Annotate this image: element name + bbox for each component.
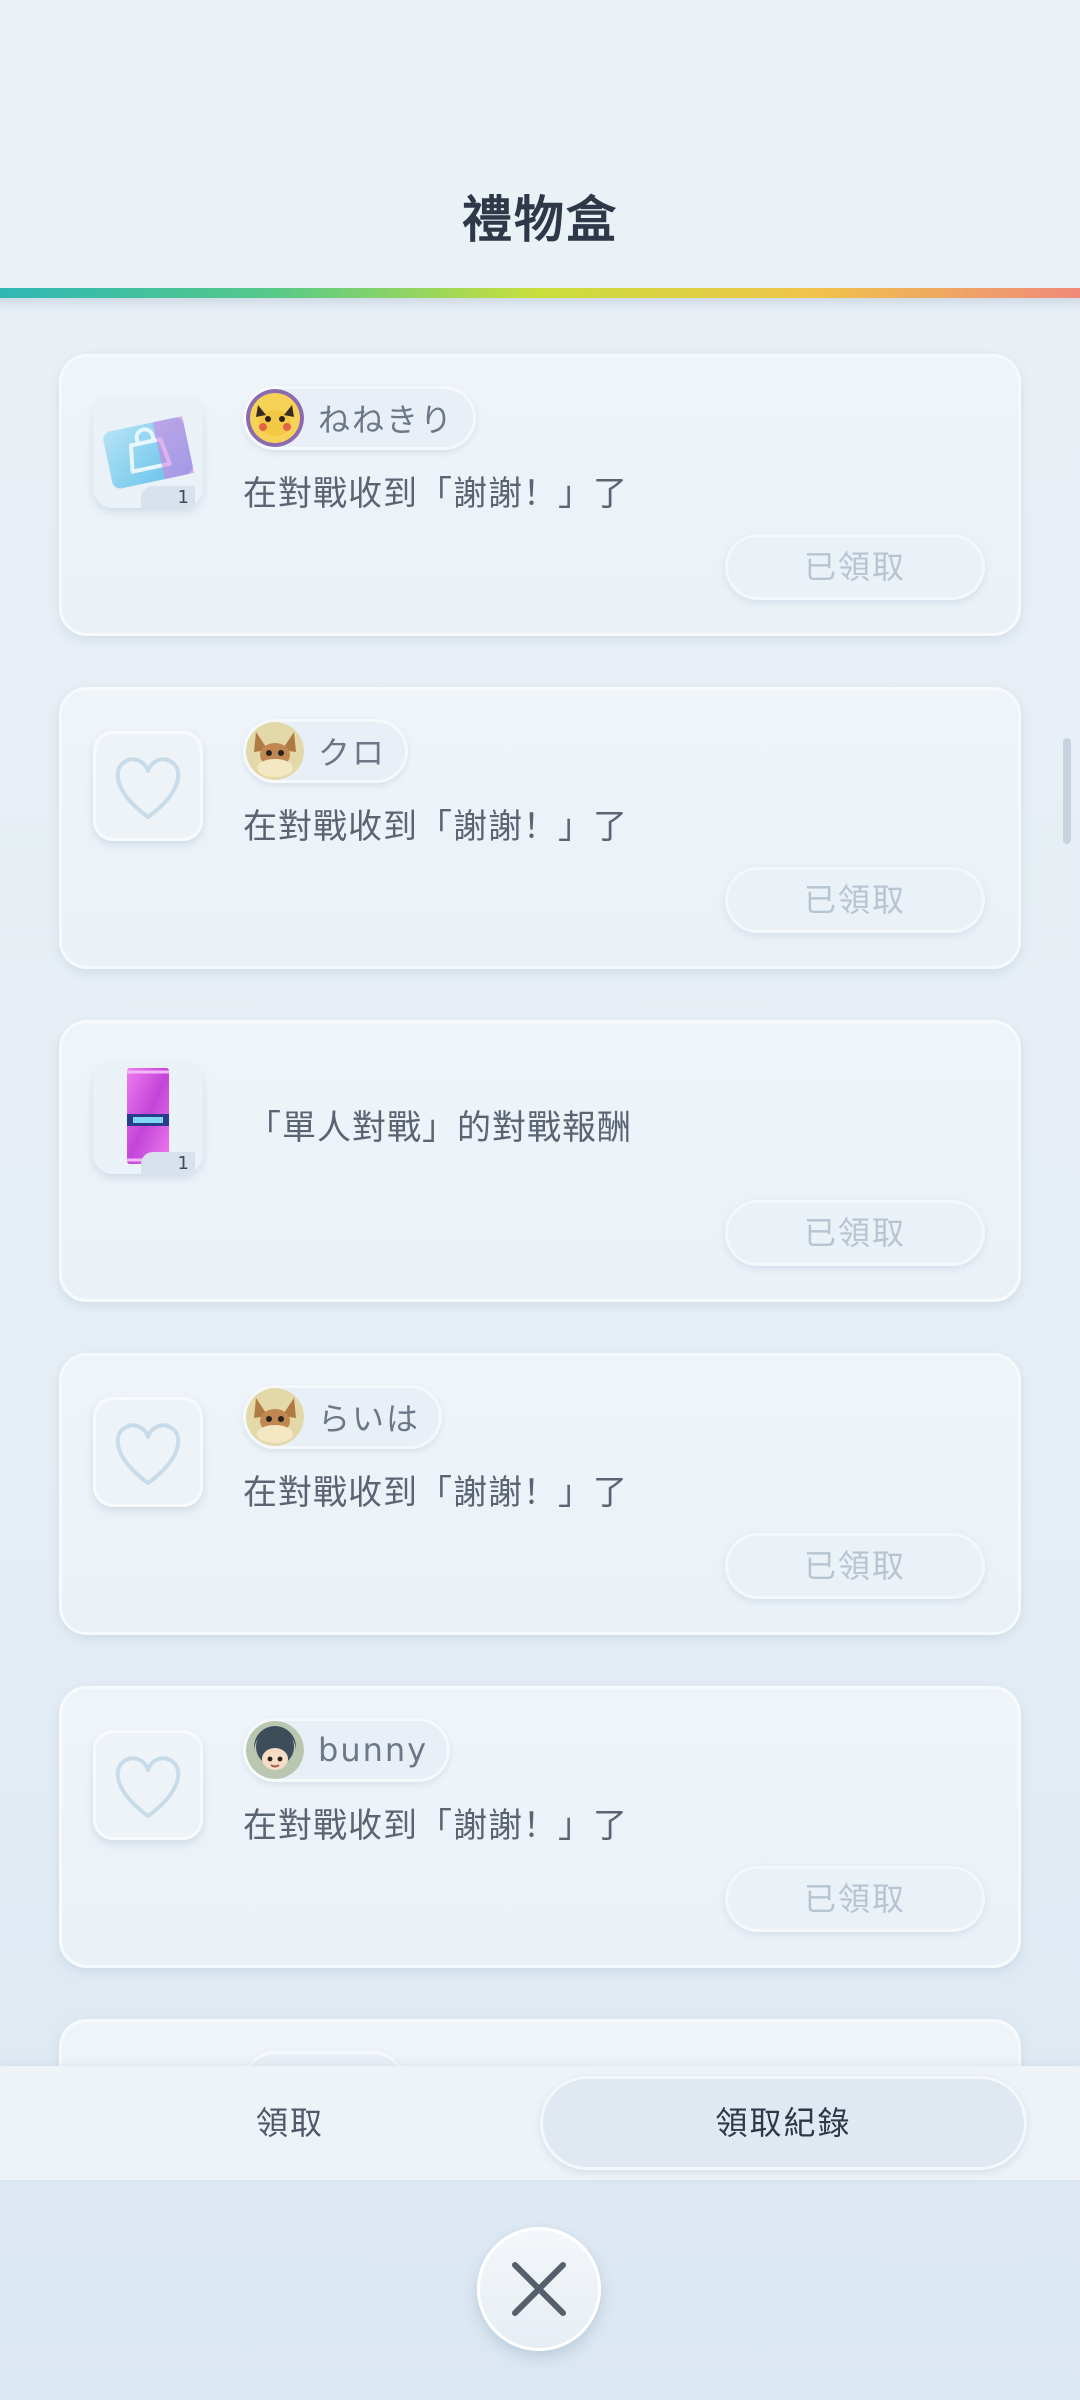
close-x-icon <box>512 2262 566 2316</box>
gift-item-thumbnail: 1 <box>93 398 203 508</box>
sender-chip: bunny <box>243 1718 451 1782</box>
sender-name: らいは <box>318 1400 421 1438</box>
scrollbar-thumb[interactable] <box>1063 738 1071 844</box>
sender-name: クロ <box>318 734 387 772</box>
heart-icon <box>115 757 181 819</box>
claimed-button[interactable]: 已領取 <box>725 1533 985 1599</box>
tab-bar: 領取 領取紀錄 <box>0 2066 1080 2180</box>
gift-message: 在對戰收到「謝謝！」了 <box>243 1473 628 1513</box>
sender-chip: らいは <box>243 1385 443 1449</box>
divider-shadow <box>0 298 1080 312</box>
trainer-avatar-icon <box>246 1721 304 1779</box>
claimed-button[interactable]: 已領取 <box>725 534 985 600</box>
page-title: 禮物盒 <box>462 191 618 249</box>
sender-name: bunny <box>318 1731 429 1769</box>
eevee-avatar-icon <box>246 1388 304 1446</box>
gift-card: 1 ねねきり 在對戰收到「謝謝！」了 已領取 <box>59 354 1021 636</box>
eevee-avatar-icon <box>246 722 304 780</box>
gift-message: 「單人對戰」的對戰報酬 <box>247 1108 632 1148</box>
sender-chip: ねねきり <box>243 386 477 450</box>
gift-card <box>59 2019 1021 2067</box>
claimed-button[interactable]: 已領取 <box>725 867 985 933</box>
gift-item-thumbnail <box>93 731 203 841</box>
gift-message: 在對戰收到「謝謝！」了 <box>243 1806 628 1846</box>
claimed-button[interactable]: 已領取 <box>725 1200 985 1266</box>
sender-chip: クロ <box>243 719 409 783</box>
gift-card: 1 「單人對戰」的對戰報酬 已領取 <box>59 1020 1021 1302</box>
gift-item-thumbnail: 1 <box>93 1064 203 1174</box>
gift-message: 在對戰收到「謝謝！」了 <box>243 474 628 514</box>
gift-item-thumbnail <box>93 1397 203 1507</box>
item-count: 1 <box>141 1152 195 1174</box>
close-button[interactable] <box>477 2227 601 2351</box>
sender-name: ねねきり <box>318 401 455 439</box>
tab-claim[interactable]: 領取 <box>30 2076 550 2170</box>
tab-history[interactable]: 領取紀錄 <box>540 2076 1027 2170</box>
heart-icon <box>115 1423 181 1485</box>
gift-list[interactable]: 1 ねねきり 在對戰收到「謝謝！」了 已領取 クロ 在對戰收到「謝謝！」了 已領… <box>0 312 1080 2067</box>
gift-card: らいは 在對戰收到「謝謝！」了 已領取 <box>59 1353 1021 1635</box>
gift-message: 在對戰收到「謝謝！」了 <box>243 807 628 847</box>
sender-chip <box>243 2051 405 2067</box>
claimed-button[interactable]: 已領取 <box>725 1866 985 1932</box>
heart-icon <box>115 1756 181 1818</box>
header: 禮物盒 <box>0 0 1080 290</box>
pikachu-avatar-icon <box>246 389 304 447</box>
gift-card: クロ 在對戰收到「謝謝！」了 已領取 <box>59 687 1021 969</box>
gift-item-thumbnail <box>93 1730 203 1840</box>
rainbow-divider <box>0 288 1080 298</box>
item-count: 1 <box>141 486 195 508</box>
gift-card: bunny 在對戰收到「謝謝！」了 已領取 <box>59 1686 1021 1968</box>
